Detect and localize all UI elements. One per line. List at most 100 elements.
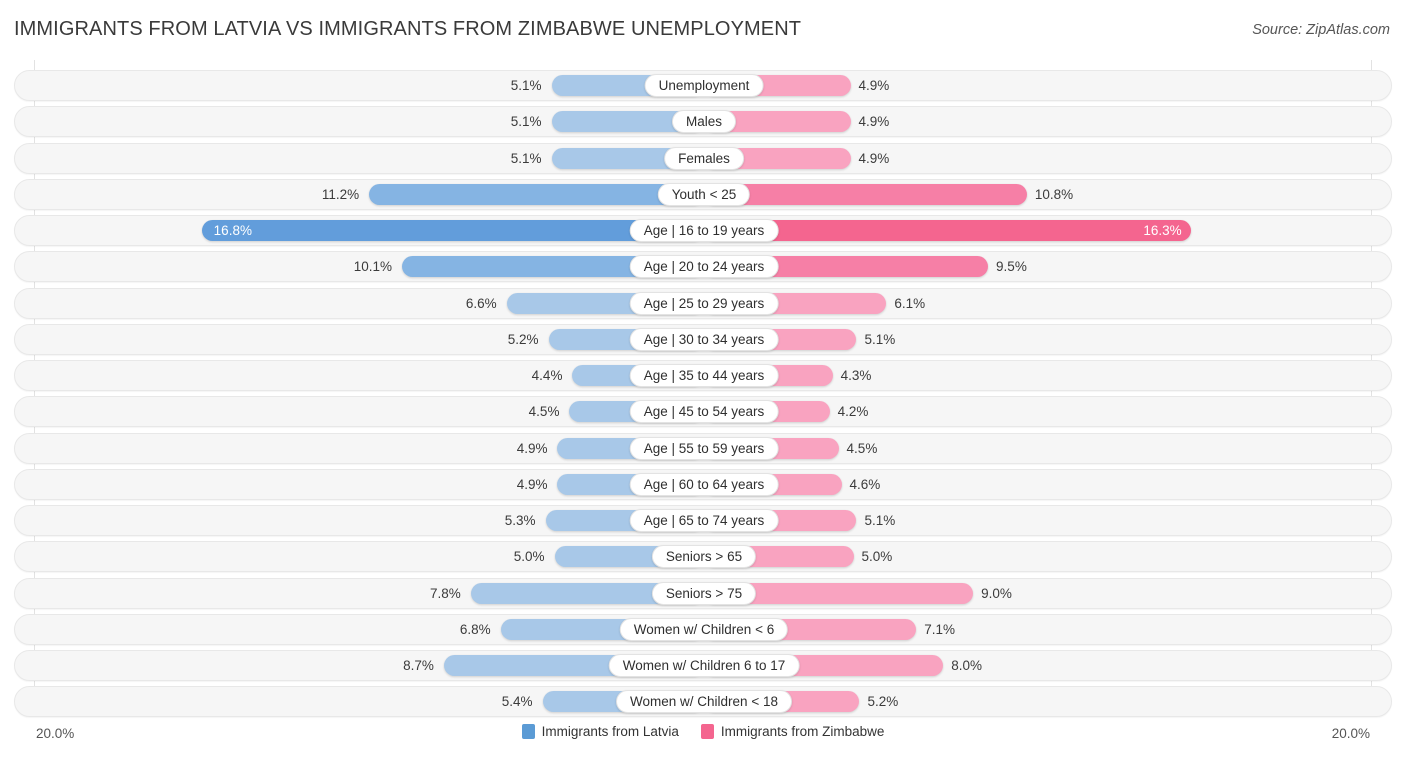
- chart-row: 11.2% 10.8% Youth < 25: [14, 178, 1392, 210]
- category-label: Age | 45 to 54 years: [629, 400, 779, 424]
- bar-value-left: 5.1%: [510, 78, 542, 93]
- chart-row: 5.3% 5.1% Age | 65 to 74 years: [14, 505, 1392, 536]
- chart-row: 4.9% 4.6% Age | 60 to 64 years: [14, 468, 1392, 500]
- category-label: Seniors > 75: [651, 581, 757, 605]
- bar-right: [704, 183, 1027, 205]
- category-label: Women w/ Children 6 to 17: [608, 654, 800, 677]
- category-label: Women w/ Children < 18: [616, 690, 792, 714]
- chart-row-inner: 11.2% 10.8% Youth < 25: [15, 180, 1391, 209]
- chart-row-inner: 5.1% 4.9% Unemployment: [15, 71, 1391, 100]
- chart-row: 6.8% 7.1% Women w/ Children < 6: [14, 613, 1392, 645]
- legend-swatch-icon: [700, 724, 714, 739]
- bar-value-right: 4.5%: [846, 440, 878, 456]
- bar-value-left: 5.4%: [501, 694, 533, 710]
- legend-item[interactable]: Immigrants from Latvia: [521, 724, 679, 739]
- bar-value-left: 4.9%: [516, 440, 548, 456]
- chart-footer: 20.0% 20.0% Immigrants from Latvia Immigr…: [0, 716, 1406, 757]
- category-label: Women w/ Children < 6: [619, 617, 789, 641]
- chart-row: 8.7% 8.0% Women w/ Children 6 to 17: [14, 650, 1392, 681]
- category-label: Unemployment: [644, 74, 764, 97]
- bar-value-right: 9.5%: [996, 259, 1027, 275]
- bar-value-left: 8.7%: [403, 658, 434, 673]
- chart-row-inner: 4.5% 4.2% Age | 45 to 54 years: [15, 397, 1391, 426]
- bar-value-right: 6.1%: [894, 295, 926, 311]
- bar-value-left: 16.8%: [213, 223, 252, 238]
- category-label: Age | 16 to 19 years: [629, 219, 779, 242]
- category-label: Age | 25 to 29 years: [629, 291, 779, 315]
- bar-value-left: 11.2%: [321, 186, 360, 202]
- chart-root: IMMIGRANTS FROM LATVIA VS IMMIGRANTS FRO…: [0, 0, 1406, 757]
- bar-value-right: 5.1%: [864, 513, 896, 528]
- bar-value-right: 4.2%: [837, 404, 869, 420]
- bar-value-left: 7.8%: [430, 585, 461, 601]
- category-label: Age | 35 to 44 years: [629, 364, 779, 387]
- chart-row-inner: 5.2% 5.1% Age | 30 to 34 years: [15, 325, 1391, 354]
- chart-row: 6.6% 6.1% Age | 25 to 29 years: [14, 287, 1392, 319]
- chart-row-inner: 6.6% 6.1% Age | 25 to 29 years: [15, 289, 1391, 318]
- bar-left: [369, 183, 704, 205]
- bar-value-left: 4.9%: [516, 476, 548, 492]
- chart-row-inner: 5.1% 4.9% Females: [15, 144, 1391, 173]
- bar-value-left: 10.1%: [353, 259, 393, 275]
- chart-legend: Immigrants from Latvia Immigrants from Zi…: [0, 724, 1406, 739]
- chart-row: 5.1% 4.9% Unemployment: [14, 70, 1392, 101]
- bar-value-left: 6.6%: [465, 295, 497, 311]
- legend-label: Immigrants from Latvia: [541, 724, 679, 739]
- category-label: Age | 65 to 74 years: [629, 509, 779, 532]
- chart-row-inner: 4.9% 4.6% Age | 60 to 64 years: [15, 470, 1391, 499]
- chart-row: 5.1% 4.9% Males: [14, 106, 1392, 138]
- chart-row: 16.8% 16.3% Age | 16 to 19 years: [14, 215, 1392, 246]
- category-label: Females: [664, 146, 744, 170]
- category-label: Age | 55 to 59 years: [629, 436, 779, 460]
- bar-value-right: 7.1%: [924, 621, 956, 637]
- bar-value-right: 5.1%: [864, 331, 896, 347]
- bar-value-right: 10.8%: [1034, 186, 1074, 202]
- chart-row: 10.1% 9.5% Age | 20 to 24 years: [14, 251, 1392, 283]
- bar-value-right: 5.0%: [861, 549, 893, 565]
- bar-value-left: 5.2%: [507, 331, 539, 347]
- chart-row: 7.8% 9.0% Seniors > 75: [14, 577, 1392, 609]
- chart-row: 5.1% 4.9% Females: [14, 142, 1392, 174]
- category-label: Age | 20 to 24 years: [629, 255, 779, 279]
- bar-value-left: 5.3%: [504, 513, 536, 528]
- chart-row: 4.9% 4.5% Age | 55 to 59 years: [14, 432, 1392, 464]
- legend-item[interactable]: Immigrants from Zimbabwe: [700, 724, 884, 739]
- chart-row: 5.4% 5.2% Women w/ Children < 18: [14, 686, 1392, 718]
- chart-row-inner: 5.3% 5.1% Age | 65 to 74 years: [15, 506, 1391, 535]
- bar-value-left: 4.4%: [531, 368, 563, 383]
- bar-value-right: 16.3%: [1143, 223, 1182, 238]
- chart-row: 5.2% 5.1% Age | 30 to 34 years: [14, 323, 1392, 355]
- bar-value-right: 5.2%: [867, 694, 899, 710]
- chart-row-inner: 4.4% 4.3% Age | 35 to 44 years: [15, 361, 1391, 390]
- bar-left: [201, 220, 704, 241]
- chart-row-inner: 10.1% 9.5% Age | 20 to 24 years: [15, 252, 1391, 281]
- chart-row-inner: 5.4% 5.2% Women w/ Children < 18: [15, 687, 1391, 716]
- chart-row-inner: 6.8% 7.1% Women w/ Children < 6: [15, 615, 1391, 644]
- chart-row-inner: 5.0% 5.0% Seniors > 65: [15, 542, 1391, 571]
- bar-value-right: 4.9%: [858, 114, 890, 130]
- category-label: Age | 60 to 64 years: [629, 472, 779, 496]
- category-label: Males: [671, 110, 737, 134]
- chart-row-inner: 16.8% 16.3% Age | 16 to 19 years: [15, 216, 1391, 245]
- legend-swatch-icon: [521, 724, 535, 739]
- bar-value-right: 4.3%: [840, 368, 872, 383]
- bar-value-right: 8.0%: [951, 658, 982, 673]
- source-attribution: Source: ZipAtlas.com: [1252, 22, 1390, 38]
- chart-row: 4.4% 4.3% Age | 35 to 44 years: [14, 360, 1392, 391]
- chart-row: 5.0% 5.0% Seniors > 65: [14, 541, 1392, 573]
- chart-plot-area: 5.1% 4.9% Unemployment 5.1% 4.9% Males 5.1% 4.9…: [0, 60, 1406, 718]
- chart-row-inner: 8.7% 8.0% Women w/ Children 6 to 17: [15, 651, 1391, 680]
- bar-value-right: 4.9%: [858, 78, 890, 93]
- bar-value-right: 4.6%: [849, 476, 881, 492]
- category-label: Youth < 25: [657, 182, 751, 206]
- bar-value-left: 5.0%: [513, 549, 545, 565]
- bar-value-right: 4.9%: [858, 150, 890, 166]
- category-label: Seniors > 65: [651, 545, 757, 569]
- bar-value-left: 4.5%: [528, 404, 560, 420]
- category-label: Age | 30 to 34 years: [629, 327, 779, 351]
- bar-value-left: 5.1%: [510, 114, 542, 130]
- chart-row-inner: 7.8% 9.0% Seniors > 75: [15, 579, 1391, 608]
- bar-value-right: 9.0%: [981, 585, 1012, 601]
- chart-row: 4.5% 4.2% Age | 45 to 54 years: [14, 396, 1392, 428]
- bar-value-left: 5.1%: [510, 150, 542, 166]
